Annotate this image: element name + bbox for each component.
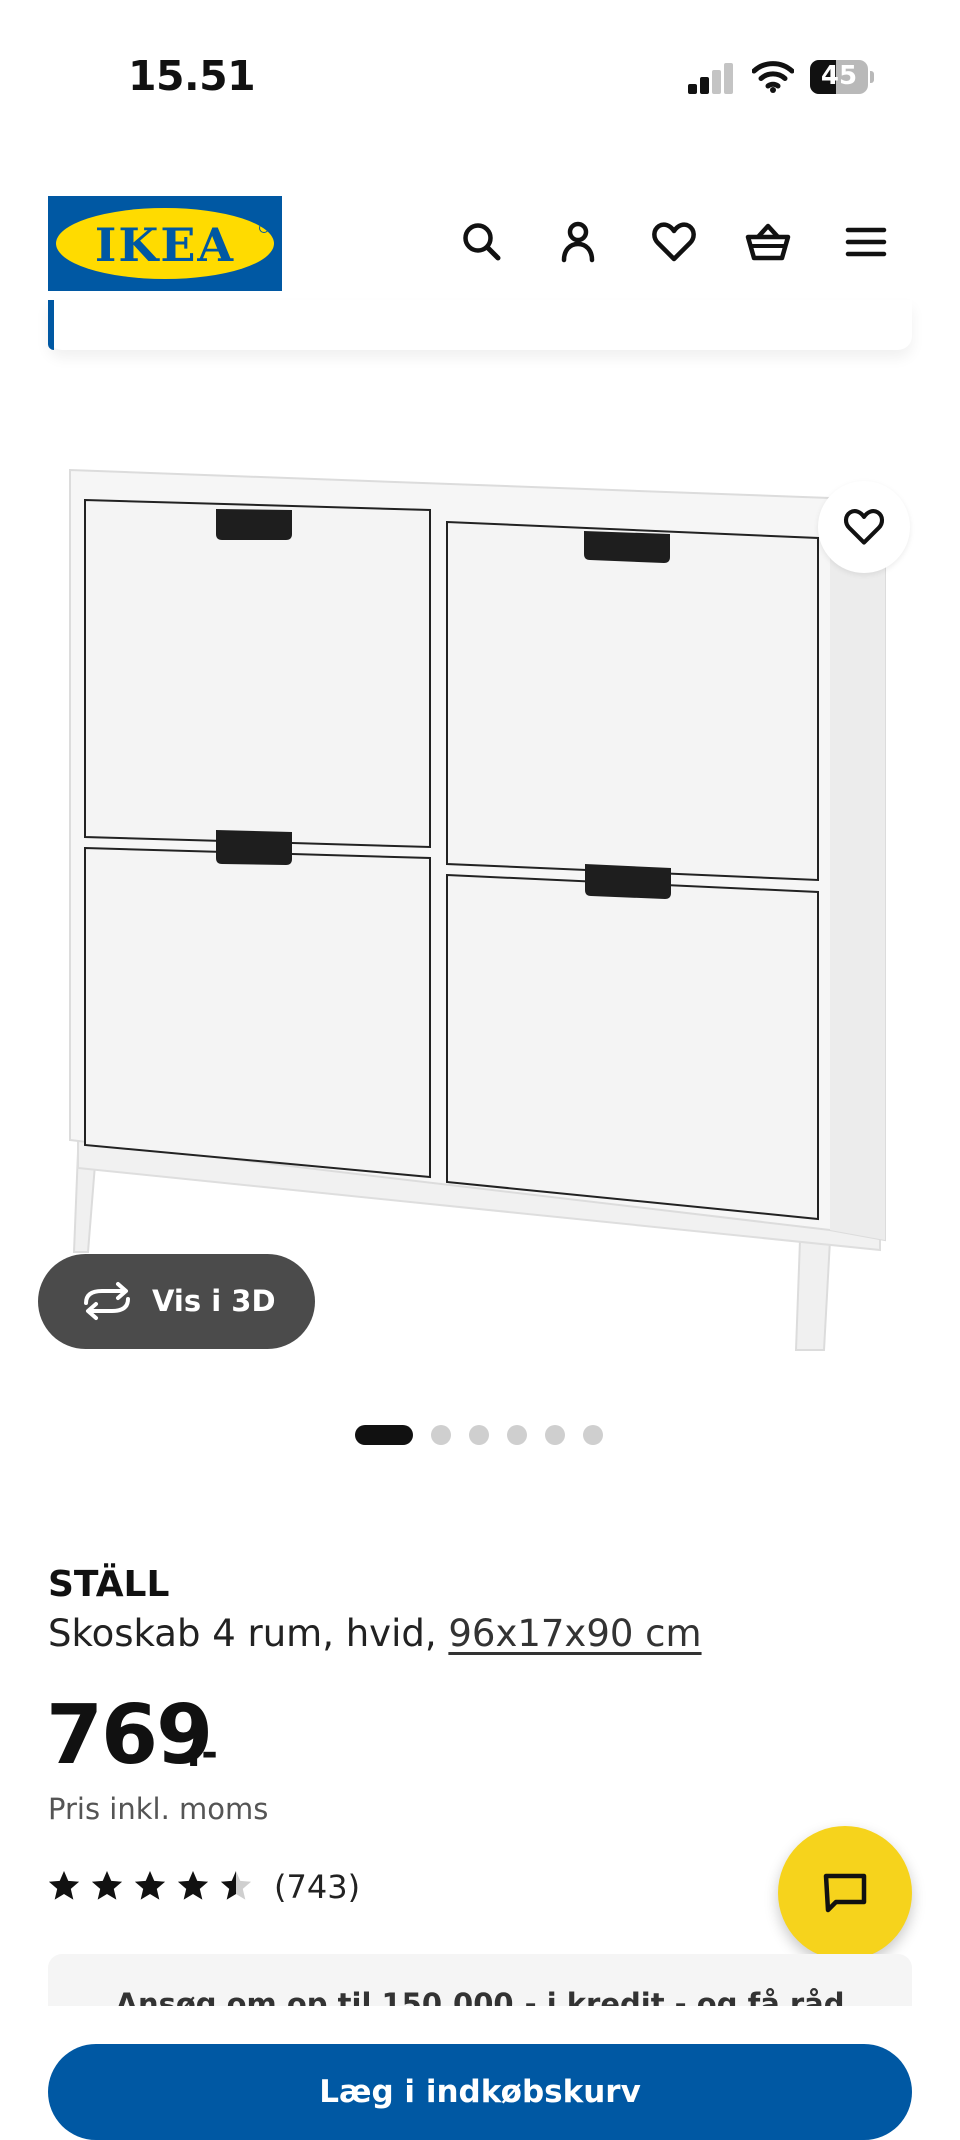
menu-icon[interactable] [842,218,890,266]
product-name: STÄLL [48,1564,170,1605]
credit-banner-text: Ansøg om op til 150.000,- i kredit - og … [115,1987,845,2006]
account-icon[interactable] [554,218,602,266]
signal-bar [688,84,697,94]
view-3d-label: Vis i 3D [152,1284,276,1318]
add-to-cart-label: Læg i indkøbskurv [319,2074,641,2110]
pagination-dot[interactable] [431,1425,451,1445]
heart-icon[interactable] [650,218,698,266]
pagination-dot[interactable] [545,1425,565,1445]
rotate-3d-icon [84,1282,130,1320]
star-icon [48,1870,80,1900]
logo-text: IKEA [94,218,236,272]
signal-icon [688,62,734,94]
product-type: Skoskab 4 rum, hvid, [48,1612,449,1655]
chat-icon [823,1873,867,1913]
star-icon [220,1870,252,1900]
battery-icon: 45 [810,60,868,94]
wifi-icon [751,58,795,94]
credit-banner[interactable]: Ansøg om op til 150.000,- i kredit - og … [48,1954,912,2006]
signal-bar [700,77,709,94]
battery-level: 45 [820,61,858,91]
pagination-dot[interactable] [469,1425,489,1445]
status-time: 15.51 [128,52,256,100]
product-dimensions-link[interactable]: 96x17x90 cm [448,1612,701,1655]
signal-bar [724,63,733,94]
pagination-dot[interactable] [355,1425,413,1445]
product-description: Skoskab 4 rum, hvid, 96x17x90 cm [48,1612,702,1655]
star-icon [91,1870,123,1900]
signal-bar [712,70,721,94]
pagination-dot[interactable] [583,1425,603,1445]
basket-icon[interactable] [744,218,792,266]
price-note: Pris inkl. moms [48,1792,269,1826]
price-suffix: .- [186,1730,218,1776]
battery-tip [870,71,874,83]
chat-button[interactable] [778,1826,912,1960]
favorite-button[interactable] [818,481,910,573]
sticky-card [48,300,912,350]
heart-icon [843,509,885,545]
review-count[interactable]: (743) [274,1868,360,1906]
star-icon [134,1870,166,1900]
search-icon[interactable] [458,218,506,266]
pagination-dot[interactable] [507,1425,527,1445]
star-icon [177,1870,209,1900]
add-to-cart-button[interactable]: Læg i indkøbskurv [48,2044,912,2140]
view-3d-button[interactable]: Vis i 3D [38,1254,315,1349]
ikea-logo[interactable]: IKEA [48,196,282,291]
